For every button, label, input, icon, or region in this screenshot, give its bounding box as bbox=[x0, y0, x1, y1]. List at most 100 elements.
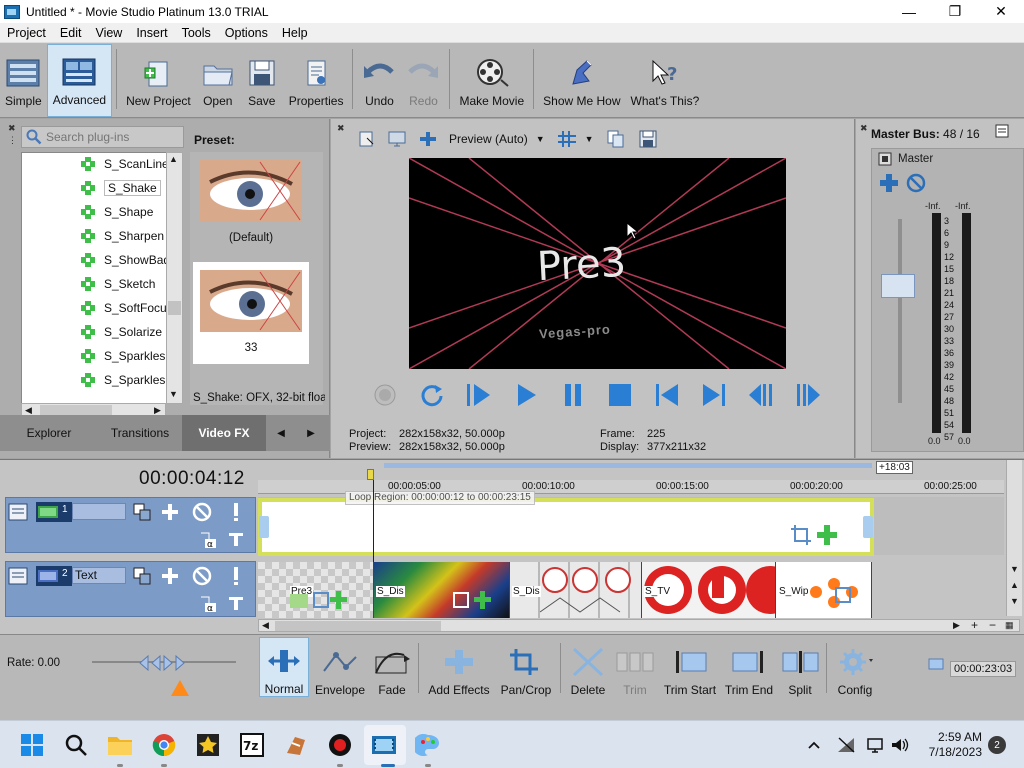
trim-button[interactable]: Trim bbox=[612, 637, 658, 697]
plugin-item[interactable]: S_Shake bbox=[22, 177, 161, 199]
search-plugins-input[interactable] bbox=[46, 130, 176, 144]
track-motion-icon[interactable] bbox=[226, 594, 246, 614]
undo-button[interactable]: Undo bbox=[357, 44, 401, 117]
redo-button[interactable]: Redo bbox=[401, 44, 445, 117]
compositing-mode-icon[interactable] bbox=[132, 502, 152, 522]
solo-icon[interactable] bbox=[226, 566, 246, 586]
scroll-up-icon[interactable]: ▲ bbox=[1010, 580, 1019, 590]
event-fx-icon[interactable] bbox=[816, 524, 838, 546]
plugin-item[interactable]: S_Sharpen bbox=[22, 225, 164, 247]
play-from-start-button[interactable] bbox=[455, 379, 502, 411]
plugin-item[interactable]: S_Sparkles bbox=[22, 345, 165, 367]
start-button[interactable] bbox=[18, 731, 46, 759]
normal-edit-tool-button[interactable]: Normal bbox=[259, 637, 309, 697]
scroll-right-icon[interactable]: ▶ bbox=[953, 620, 960, 631]
scroll-left-icon[interactable]: ◀ bbox=[262, 620, 269, 631]
scroll-thumb[interactable] bbox=[275, 621, 441, 631]
loop-playback-button[interactable] bbox=[408, 379, 455, 411]
trim-start-button[interactable]: Trim Start bbox=[662, 637, 718, 697]
menu-insert[interactable]: Insert bbox=[129, 26, 174, 40]
go-to-end-button[interactable] bbox=[690, 379, 737, 411]
whats-this-button[interactable]: ? What's This? bbox=[626, 44, 705, 117]
alpha-channel-icon[interactable]: α bbox=[198, 530, 218, 550]
close-button[interactable]: ✕ bbox=[978, 0, 1024, 23]
config-button[interactable]: Config bbox=[832, 637, 878, 697]
copy-snapshot-button[interactable] bbox=[600, 127, 632, 151]
preset-item-33[interactable]: 33 bbox=[193, 262, 309, 364]
rate-slider-handle[interactable] bbox=[138, 654, 186, 674]
next-frame-button[interactable] bbox=[784, 379, 831, 411]
properties-button[interactable]: Properties bbox=[284, 44, 349, 117]
master-bypass-button[interactable] bbox=[906, 173, 926, 196]
stop-button[interactable] bbox=[596, 379, 643, 411]
starred-app-button[interactable] bbox=[194, 731, 222, 759]
plugin-item[interactable]: S_Solarize bbox=[22, 321, 162, 343]
plugin-item[interactable]: S_ScanLinesI bbox=[22, 153, 178, 175]
panel-grip-icon[interactable]: ⋮ bbox=[8, 135, 17, 146]
volume-fader-handle[interactable] bbox=[881, 274, 915, 298]
menu-project[interactable]: Project bbox=[0, 26, 53, 40]
scroll-down-icon[interactable]: ▼ bbox=[169, 389, 178, 399]
zoom-tool-icon[interactable]: ▦ bbox=[1005, 620, 1014, 631]
track-expand-icon[interactable] bbox=[8, 566, 28, 586]
timeline-clip[interactable]: S_Dis bbox=[510, 562, 642, 618]
split-screen-button[interactable] bbox=[413, 127, 443, 151]
previous-frame-button[interactable] bbox=[737, 379, 784, 411]
external-monitor-button[interactable] bbox=[381, 127, 413, 151]
preset-item-default[interactable]: (Default) bbox=[193, 152, 309, 254]
plugin-item[interactable]: S_SoftFocus bbox=[22, 297, 173, 319]
timeline-clip[interactable]: S_Dis bbox=[374, 562, 510, 618]
timeline-hscroll[interactable]: ◀ ▶ + − ▦ bbox=[258, 618, 1020, 632]
track-fx-icon[interactable] bbox=[160, 566, 180, 586]
delete-button[interactable]: Delete bbox=[566, 637, 610, 697]
track-header-1[interactable]: 1 α bbox=[5, 497, 256, 553]
mixer-properties-button[interactable] bbox=[995, 124, 1009, 141]
tray-clock[interactable]: 2:59 AM 7/18/2023 bbox=[920, 730, 982, 760]
fade-button[interactable]: Fade bbox=[370, 637, 414, 697]
new-project-button[interactable]: New Project bbox=[121, 44, 196, 117]
panel-close-icon[interactable]: ✖ bbox=[337, 123, 345, 134]
menu-options[interactable]: Options bbox=[218, 26, 275, 40]
tab-transitions[interactable]: Transitions bbox=[98, 415, 182, 451]
minimize-button[interactable]: — bbox=[886, 0, 932, 23]
track-name-1[interactable] bbox=[72, 503, 126, 520]
menu-tools[interactable]: Tools bbox=[175, 26, 218, 40]
timeline-clip-text-event[interactable] bbox=[258, 498, 874, 556]
plugin-item[interactable]: S_SparklesCo bbox=[22, 369, 181, 391]
volume-fader-track[interactable] bbox=[898, 219, 902, 403]
preview-screen[interactable]: Pre3 Vegas-pro bbox=[409, 158, 786, 369]
scroll-down-icon[interactable]: ▼ bbox=[1010, 564, 1019, 574]
trim-end-button[interactable]: Trim End bbox=[722, 637, 776, 697]
chrome-button[interactable] bbox=[150, 731, 178, 759]
compositing-mode-icon[interactable] bbox=[132, 566, 152, 586]
tab-explorer[interactable]: Explorer bbox=[0, 415, 98, 451]
panel-close-icon[interactable]: ✖ bbox=[860, 123, 868, 134]
plugin-item[interactable]: S_ShowBadC bbox=[22, 249, 179, 271]
track-fx-icon[interactable] bbox=[160, 502, 180, 522]
scroll-up-icon[interactable]: ▲ bbox=[169, 154, 178, 164]
cursor-time[interactable]: 00:00:04:12 bbox=[139, 468, 245, 490]
7zip-button[interactable]: 7z bbox=[238, 731, 266, 759]
timeline-clip[interactable]: Pre3 bbox=[258, 562, 374, 618]
track-expand-icon[interactable] bbox=[8, 502, 28, 522]
envelope-edit-tool-button[interactable]: Envelope bbox=[312, 637, 368, 697]
save-snapshot-button[interactable] bbox=[632, 127, 664, 151]
track-name-2[interactable]: Text bbox=[72, 567, 126, 584]
make-movie-button[interactable]: Make Movie bbox=[454, 44, 529, 117]
add-effects-button[interactable]: Add Effects bbox=[426, 637, 492, 697]
network-icon[interactable] bbox=[832, 731, 860, 759]
tab-video-fx[interactable]: Video FX bbox=[182, 415, 266, 451]
end-time-display[interactable]: 00:00:23:03 bbox=[950, 661, 1017, 677]
plugin-item[interactable]: S_Sketch bbox=[22, 273, 155, 295]
plugin-item[interactable]: S_Shape bbox=[22, 201, 153, 223]
event-pan-crop-icon[interactable] bbox=[790, 524, 812, 546]
zoom-out-icon[interactable]: − bbox=[989, 618, 996, 632]
movie-studio-taskbar-button[interactable] bbox=[370, 731, 398, 759]
paint-app-button[interactable] bbox=[414, 731, 442, 759]
clip-trim-handle-right[interactable] bbox=[863, 516, 873, 538]
track-motion-icon[interactable] bbox=[226, 530, 246, 550]
pause-button[interactable] bbox=[549, 379, 596, 411]
track-header-2[interactable]: 2 Text α bbox=[5, 561, 256, 617]
mute-icon[interactable] bbox=[192, 502, 212, 522]
timeline-clip[interactable]: S_TV bbox=[642, 562, 776, 618]
